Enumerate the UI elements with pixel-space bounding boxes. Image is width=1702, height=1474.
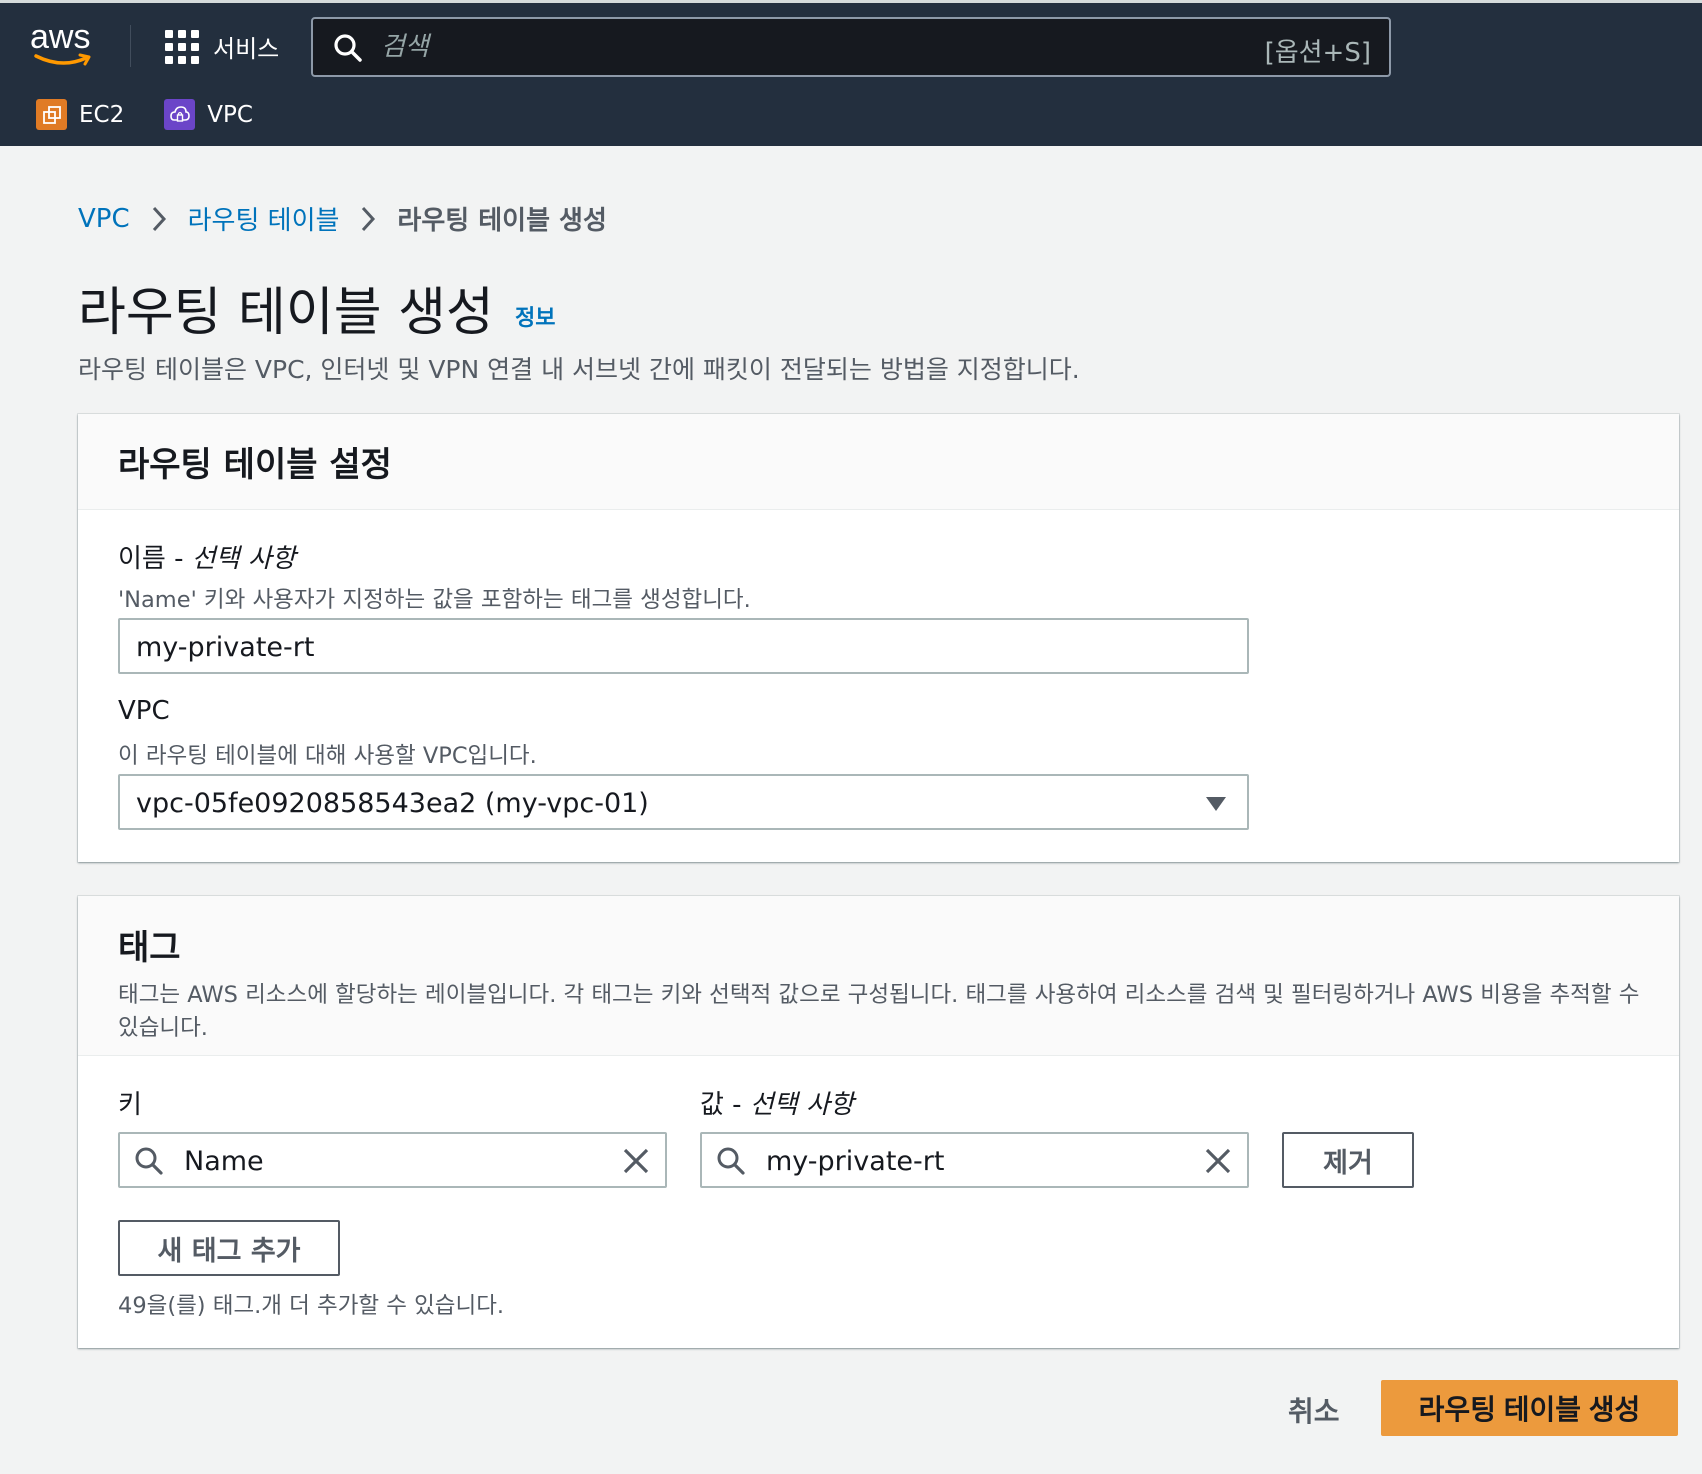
- breadcrumb-current: 라우팅 테이블 생성: [397, 206, 607, 236]
- grid-icon: [165, 29, 199, 64]
- close-icon[interactable]: [621, 1146, 651, 1176]
- tag-limit-hint: 49을(를) 태그.개 더 추가할 수 있습니다.: [118, 1293, 505, 1319]
- breadcrumb: VPC 라우팅 테이블 라우팅 테이블 생성: [78, 200, 607, 237]
- search-icon: [717, 1147, 745, 1175]
- remove-tag-button[interactable]: 제거: [1282, 1132, 1414, 1188]
- chevron-right-icon: [359, 205, 377, 233]
- tag-value-input[interactable]: [766, 1144, 1186, 1178]
- create-route-table-button[interactable]: 라우팅 테이블 생성: [1381, 1380, 1678, 1436]
- page-title: 라우팅 테이블 생성: [78, 283, 494, 343]
- name-hint: 'Name' 키와 사용자가 지정하는 값을 포함하는 태그를 생성합니다.: [118, 587, 751, 613]
- favorite-ec2[interactable]: EC2: [36, 99, 124, 130]
- favorite-vpc[interactable]: VPC: [164, 99, 253, 130]
- favorite-vpc-label: VPC: [207, 101, 253, 128]
- panel-header: 라우팅 테이블 설정: [78, 414, 1679, 510]
- info-link[interactable]: 정보: [515, 300, 555, 332]
- caret-down-icon: [1206, 797, 1226, 811]
- name-label: 이름 - 선택 사항: [118, 544, 296, 574]
- panel-header: 태그 태그는 AWS 리소스에 할당하는 레이블입니다. 각 태그는 키와 선택…: [78, 896, 1679, 1056]
- add-tag-button[interactable]: 새 태그 추가: [118, 1220, 340, 1276]
- aws-logo[interactable]: aws: [30, 19, 104, 71]
- ec2-service-icon: [36, 99, 67, 130]
- vpc-select-value: vpc-05fe0920858543ea2 (my-vpc-01): [136, 788, 649, 819]
- chevron-right-icon: [150, 205, 168, 233]
- aws-smile-icon: [34, 53, 91, 66]
- vpc-service-icon: [164, 99, 196, 130]
- breadcrumb-vpc[interactable]: VPC: [78, 204, 130, 234]
- optional-label: 선택 사항: [749, 1090, 854, 1120]
- nav-divider: [130, 25, 131, 67]
- breadcrumb-route-tables[interactable]: 라우팅 테이블: [188, 200, 340, 237]
- top-navigation: aws 서비스 [옵션+S] EC2: [0, 0, 1702, 146]
- page-description: 라우팅 테이블은 VPC, 인터넷 및 VPN 연결 내 서브넷 간에 패킷이 …: [78, 355, 1080, 384]
- global-search[interactable]: [옵션+S]: [311, 17, 1391, 77]
- tag-key-input[interactable]: [184, 1144, 604, 1178]
- settings-title: 라우팅 테이블 설정: [118, 445, 392, 485]
- tag-key-field[interactable]: [118, 1132, 667, 1188]
- name-field[interactable]: [118, 618, 1249, 674]
- cancel-button[interactable]: 취소: [1288, 1390, 1340, 1430]
- vpc-hint: 이 라우팅 테이블에 대해 사용할 VPC입니다.: [118, 743, 537, 769]
- aws-logo-text: aws: [30, 18, 91, 56]
- optional-label: 선택 사항: [191, 544, 296, 574]
- tags-description: 태그는 AWS 리소스에 할당하는 레이블입니다. 각 태그는 키와 선택적 값…: [118, 982, 1640, 1041]
- vpc-select[interactable]: vpc-05fe0920858543ea2 (my-vpc-01): [118, 774, 1249, 830]
- tag-value-field[interactable]: [700, 1132, 1249, 1188]
- search-icon: [334, 34, 362, 62]
- route-table-settings-panel: 라우팅 테이블 설정 이름 - 선택 사항 'Name' 키와 사용자가 지정하…: [78, 414, 1679, 862]
- vpc-label: VPC: [118, 696, 170, 726]
- search-icon: [135, 1147, 163, 1175]
- tags-panel: 태그 태그는 AWS 리소스에 할당하는 레이블입니다. 각 태그는 키와 선택…: [78, 896, 1679, 1348]
- name-input[interactable]: [136, 630, 1226, 664]
- tag-value-label: 값 - 선택 사항: [700, 1090, 854, 1120]
- services-menu-button[interactable]: 서비스: [165, 29, 279, 64]
- global-search-input[interactable]: [381, 29, 1241, 65]
- tag-key-label: 키: [118, 1090, 142, 1120]
- search-shortcut-hint: [옵션+S]: [1264, 38, 1371, 68]
- close-icon[interactable]: [1203, 1146, 1233, 1176]
- favorite-ec2-label: EC2: [79, 101, 125, 128]
- tags-title: 태그: [118, 928, 181, 968]
- favorites-bar: EC2 VPC: [36, 99, 253, 130]
- services-label: 서비스: [213, 35, 280, 63]
